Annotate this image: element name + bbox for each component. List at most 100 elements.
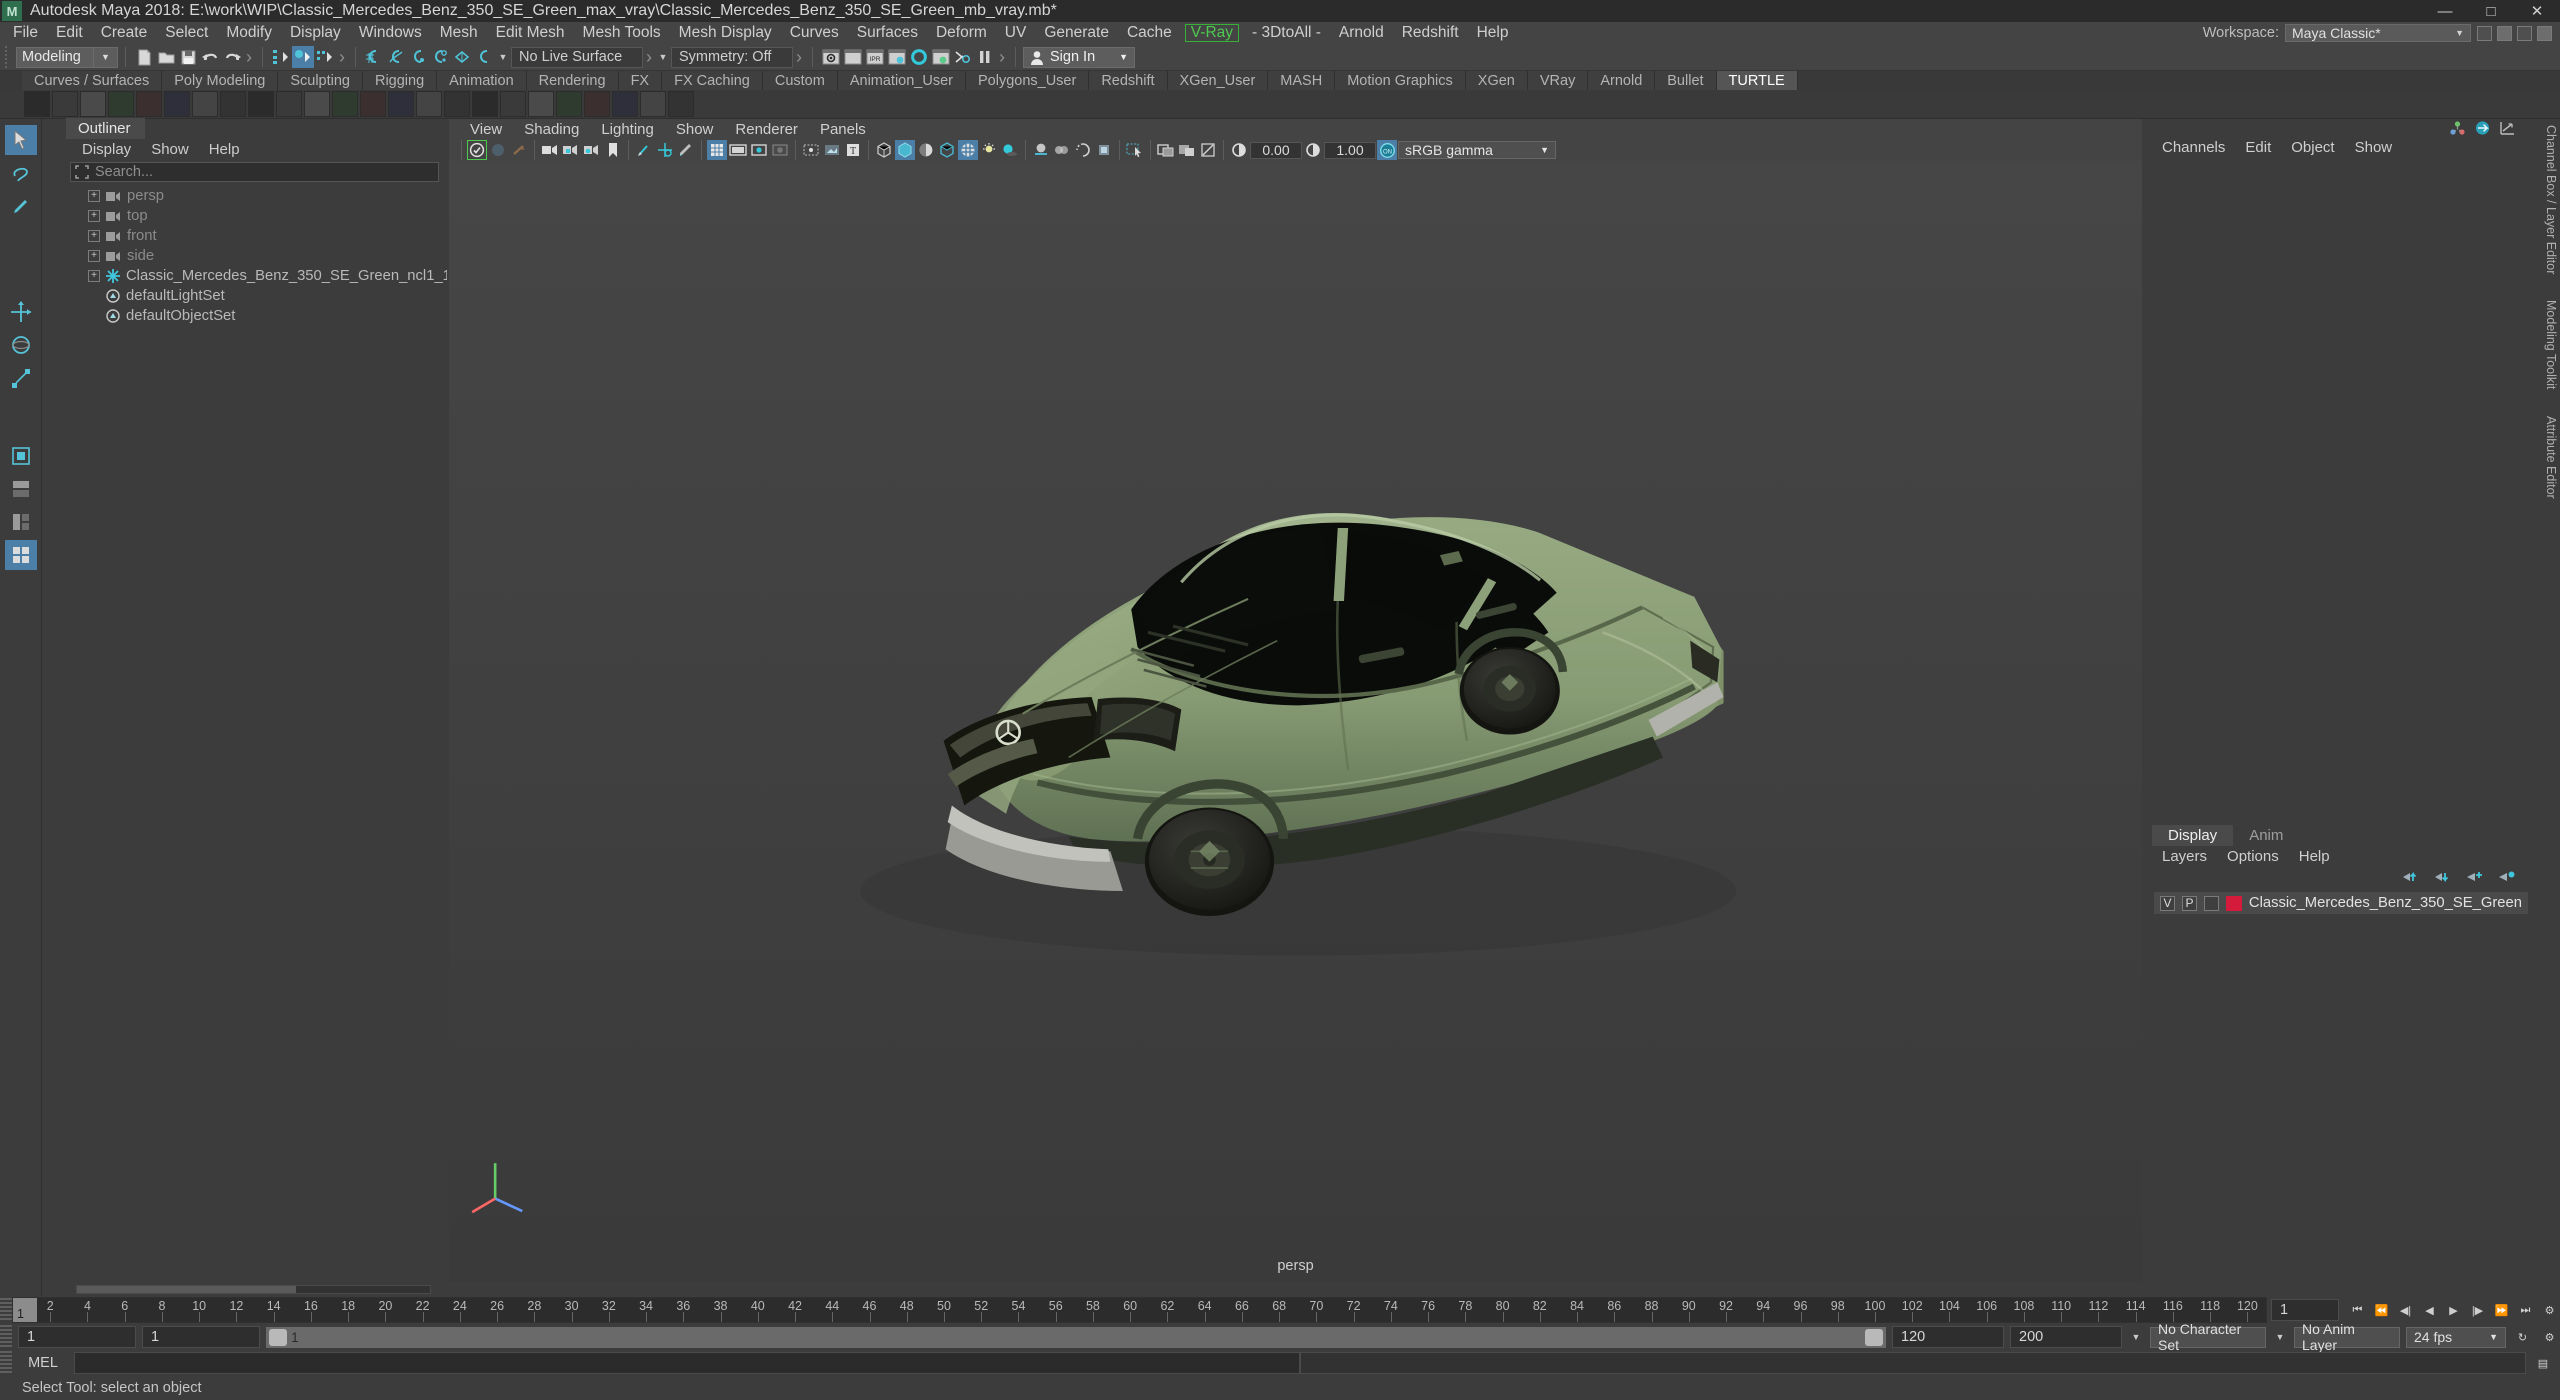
gamma-icon[interactable] xyxy=(1303,140,1323,160)
layer-playback-toggle[interactable]: P xyxy=(2182,895,2197,911)
rendering-flags-icon[interactable] xyxy=(952,46,974,68)
layout-two-pane-button[interactable] xyxy=(5,474,37,504)
auto-keyframe-button[interactable]: ↻ xyxy=(2512,1327,2533,1347)
gamma-value[interactable]: 1.00 xyxy=(1324,141,1376,159)
menu-windows[interactable]: Windows xyxy=(350,22,431,44)
maximize-button[interactable]: □ xyxy=(2468,0,2514,22)
anim-start-field[interactable]: 1 xyxy=(142,1326,260,1348)
sign-in-button[interactable]: Sign In ▼ xyxy=(1023,46,1135,68)
channelbox-menu-show[interactable]: Show xyxy=(2345,139,2403,156)
viewport-menu-show[interactable]: Show xyxy=(665,121,725,138)
use-default-material-icon[interactable] xyxy=(937,140,957,160)
two-d-pan-zoom-icon[interactable] xyxy=(655,140,675,160)
range-start-field[interactable]: 1 xyxy=(18,1326,136,1348)
menu-edit[interactable]: Edit xyxy=(47,22,92,44)
render-settings-icon[interactable] xyxy=(886,46,908,68)
shelf-button-1[interactable] xyxy=(24,91,50,117)
motion-blur-icon[interactable] xyxy=(1052,140,1072,160)
outliner-search-bar[interactable]: Search... xyxy=(70,162,439,182)
shelf-tab-rigging[interactable]: Rigging xyxy=(362,71,438,90)
symmetry-chevron-icon[interactable]: ▼ xyxy=(655,47,671,68)
isolate-select-icon[interactable] xyxy=(1125,140,1145,160)
shelf-button-10[interactable] xyxy=(276,91,302,117)
range-start-handle[interactable] xyxy=(269,1328,287,1346)
menu-select[interactable]: Select xyxy=(156,22,217,44)
layer-menu-help[interactable]: Help xyxy=(2289,848,2340,865)
render-view-icon[interactable] xyxy=(930,46,952,68)
layout-four-pane-button[interactable] xyxy=(4,540,37,570)
outliner-item[interactable]: + persp xyxy=(88,186,447,206)
shelf-button-7[interactable] xyxy=(192,91,218,117)
attribute-editor-icon[interactable] xyxy=(2499,120,2516,136)
command-language-label[interactable]: MEL xyxy=(12,1355,74,1371)
select-by-component-icon[interactable] xyxy=(314,46,336,68)
shelf-button-15[interactable] xyxy=(416,91,442,117)
gate-mask-icon[interactable] xyxy=(770,140,790,160)
shelf-button-6[interactable] xyxy=(164,91,190,117)
menu-vray[interactable]: V-Ray xyxy=(1184,24,1240,42)
outliner-search-input[interactable]: Search... xyxy=(95,164,153,180)
expand-icon[interactable]: + xyxy=(88,250,100,262)
layer-row[interactable]: V P Classic_Mercedes_Benz_350_SE_Green xyxy=(2154,892,2528,914)
menu-uv[interactable]: UV xyxy=(996,22,1036,44)
outliner-item[interactable]: defaultObjectSet xyxy=(88,306,447,326)
undo-icon[interactable] xyxy=(199,46,221,68)
menu-redshift[interactable]: Redshift xyxy=(1393,22,1468,44)
new-layer-from-selected-icon[interactable] xyxy=(2497,870,2516,884)
layer-color-swatch[interactable] xyxy=(2226,895,2242,911)
outliner-item[interactable]: + front xyxy=(88,226,447,246)
shelf-tab-animation-user[interactable]: Animation_User xyxy=(837,71,966,90)
modeling-toolkit-icon[interactable] xyxy=(2474,120,2491,136)
live-surface-field[interactable]: No Live Surface xyxy=(511,46,643,68)
snap-to-grid-icon[interactable] xyxy=(363,46,385,68)
statusline-grip[interactable] xyxy=(5,46,13,68)
save-file-icon[interactable] xyxy=(177,46,199,68)
menu-create[interactable]: Create xyxy=(92,22,157,44)
minimize-button[interactable]: — xyxy=(2422,0,2468,22)
camera-settings-icon[interactable] xyxy=(582,140,602,160)
channelbox-menu-object[interactable]: Object xyxy=(2281,139,2344,156)
xray-mode-icon[interactable] xyxy=(1156,140,1176,160)
shelf-button-17[interactable] xyxy=(472,91,498,117)
shelf-button-16[interactable] xyxy=(444,91,470,117)
shelf-tab-xgen[interactable]: XGen xyxy=(1465,71,1528,90)
layer-type-toggle[interactable] xyxy=(2204,895,2219,911)
grease-pencil-icon[interactable] xyxy=(676,140,696,160)
shelf-button-12[interactable] xyxy=(332,91,358,117)
script-editor-button[interactable]: ▤ xyxy=(2526,1353,2560,1373)
shelf-tab-xgen-user[interactable]: XGen_User xyxy=(1167,71,1269,90)
workspace-restore-icon[interactable] xyxy=(2537,25,2552,41)
expand-icon[interactable]: + xyxy=(88,270,100,282)
workspace-selector[interactable]: Maya Classic* ▼ xyxy=(2285,24,2471,42)
range-slider[interactable]: 1 xyxy=(266,1326,1886,1348)
exposure-reset-icon[interactable] xyxy=(1198,140,1218,160)
film-gate-icon[interactable] xyxy=(728,140,748,160)
move-layer-up-icon[interactable] xyxy=(2401,870,2420,884)
expand-icon[interactable]: + xyxy=(88,190,100,202)
shelf-button-24[interactable] xyxy=(668,91,694,117)
render-region-icon[interactable] xyxy=(842,46,864,68)
color-management-toggle-icon[interactable]: ON xyxy=(1377,140,1397,160)
sphere-preview-icon[interactable] xyxy=(488,140,508,160)
range-slider-grip[interactable] xyxy=(0,1325,12,1349)
text-display-icon[interactable]: T xyxy=(843,140,863,160)
bookmarks-icon[interactable] xyxy=(603,140,623,160)
current-time-indicator[interactable]: 1 xyxy=(13,1298,37,1322)
shelf-button-3[interactable] xyxy=(80,91,106,117)
paint-select-tool-button[interactable] xyxy=(5,191,37,221)
outliner-menu-help[interactable]: Help xyxy=(199,141,250,158)
close-button[interactable]: ✕ xyxy=(2514,0,2560,22)
textured-mode-icon[interactable] xyxy=(958,140,978,160)
depth-of-field-icon[interactable] xyxy=(1094,140,1114,160)
render-current-frame-icon[interactable] xyxy=(820,46,842,68)
snap-to-point-icon[interactable] xyxy=(407,46,429,68)
shelf-button-19[interactable] xyxy=(528,91,554,117)
shelf-button-13[interactable] xyxy=(360,91,386,117)
layout-three-pane-button[interactable] xyxy=(5,507,37,537)
channelbox-menu-edit[interactable]: Edit xyxy=(2235,139,2281,156)
menu-display[interactable]: Display xyxy=(281,22,350,44)
viewport-menu-panels[interactable]: Panels xyxy=(809,121,877,138)
xray-active-components-icon[interactable] xyxy=(822,140,842,160)
shelf-button-2[interactable] xyxy=(52,91,78,117)
channel-box-content[interactable] xyxy=(2142,157,2542,826)
